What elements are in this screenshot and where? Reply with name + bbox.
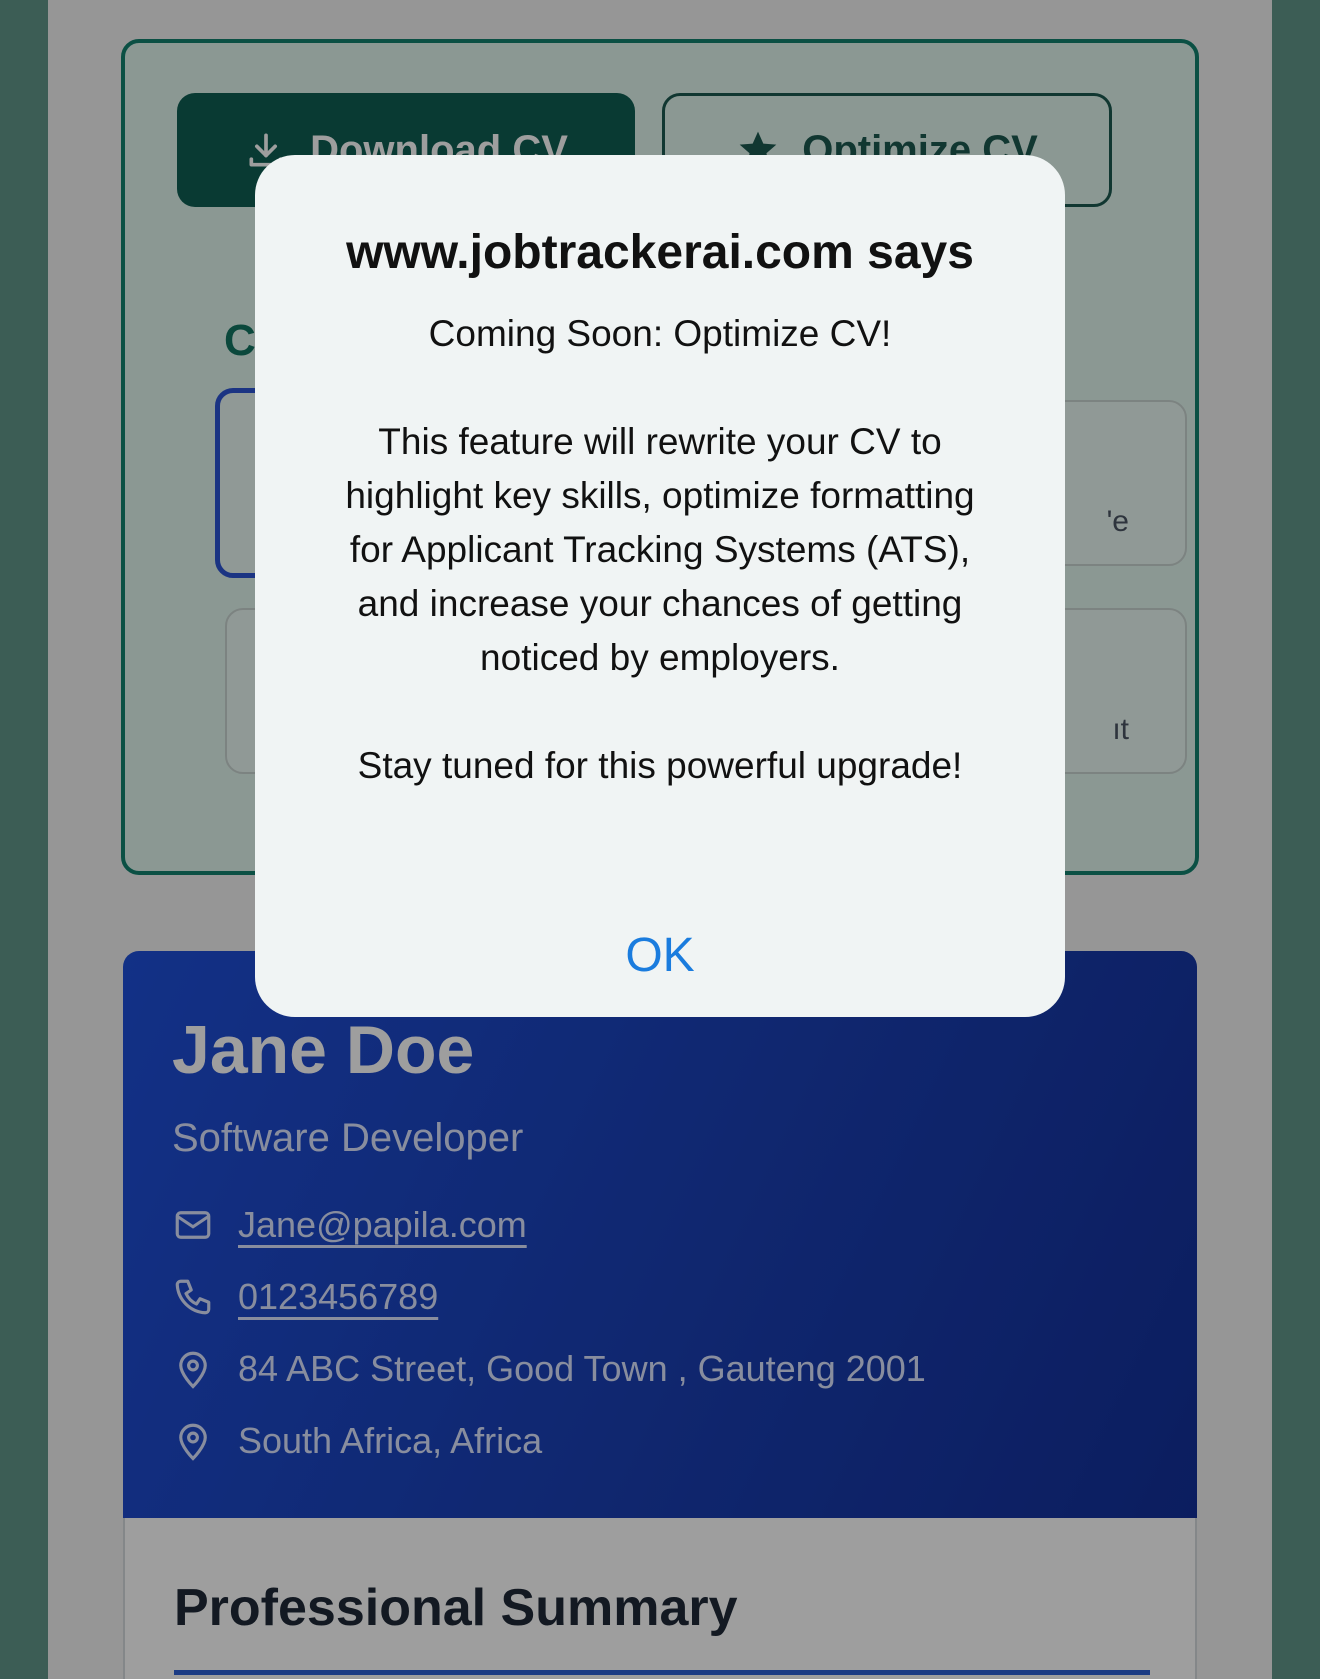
dialog-line-footer: Stay tuned for this powerful upgrade! bbox=[357, 745, 963, 786]
alert-dialog: www.jobtrackerai.com says Coming Soon: O… bbox=[255, 155, 1065, 1017]
dialog-message: Coming Soon: Optimize CV! This feature w… bbox=[255, 307, 1065, 793]
dialog-line-body: This feature will rewrite your CV to hig… bbox=[345, 421, 975, 678]
dialog-line-heading: Coming Soon: Optimize CV! bbox=[428, 313, 892, 354]
dialog-title: www.jobtrackerai.com says bbox=[346, 226, 974, 279]
ok-button[interactable]: OK bbox=[255, 915, 1065, 995]
